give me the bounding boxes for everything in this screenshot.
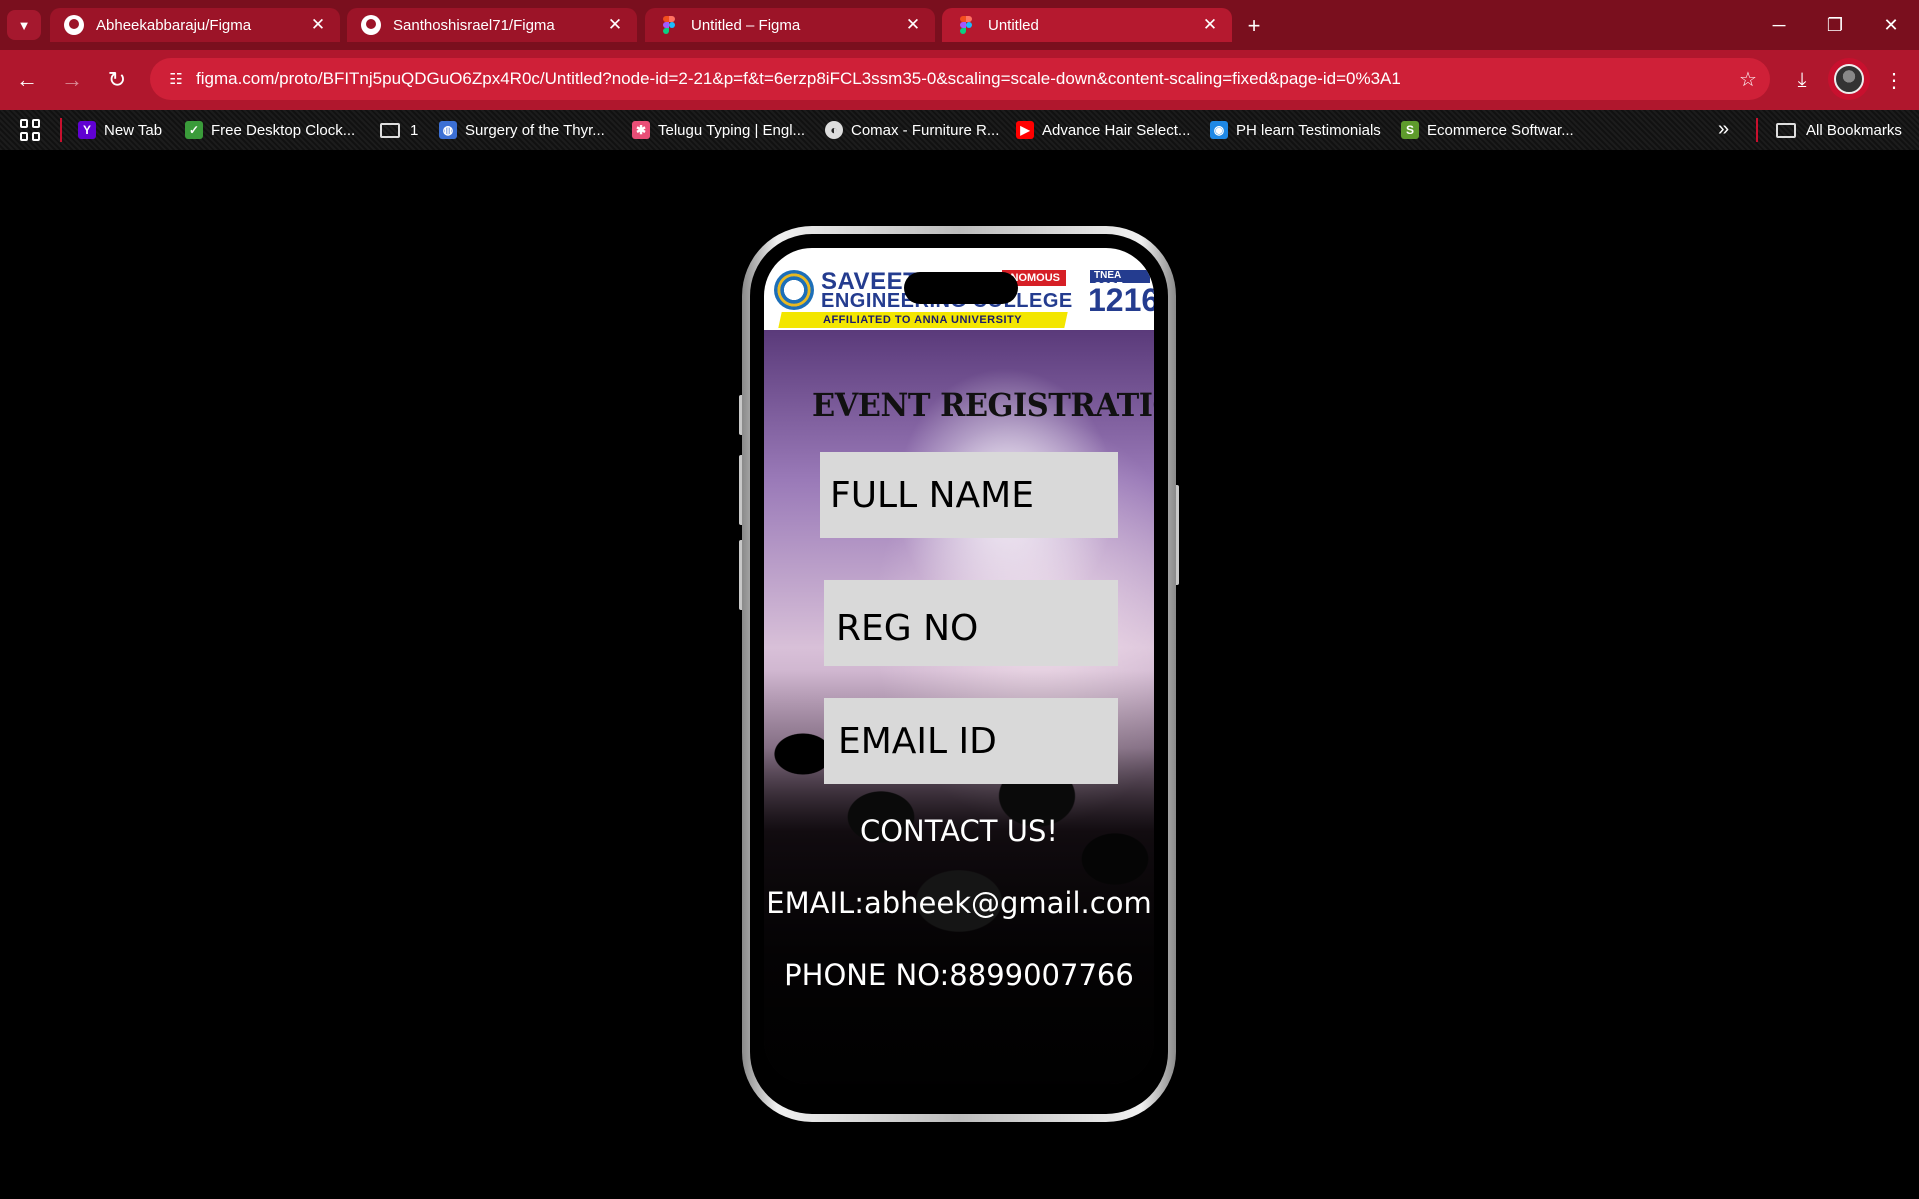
tnea-code: 1216 xyxy=(1088,282,1154,318)
bookmark-new-tab[interactable]: Y New Tab xyxy=(78,110,162,150)
shopify-icon: S xyxy=(1401,121,1419,139)
tab-title: Untitled – Figma xyxy=(691,16,801,34)
college-emblem-icon xyxy=(774,270,814,310)
download-icon[interactable]: ⤓ xyxy=(1784,62,1820,98)
restore-icon[interactable]: ❐ xyxy=(1807,0,1863,50)
bookmark-folder-1[interactable]: 1 xyxy=(380,110,418,150)
github-icon xyxy=(64,15,84,35)
reload-icon[interactable]: ↻ xyxy=(99,62,135,98)
more-bookmarks-chevron-icon[interactable]: » xyxy=(1718,118,1729,141)
contact-heading: CONTACT US! xyxy=(859,814,1058,848)
folder-icon xyxy=(1776,122,1796,138)
minimize-icon[interactable]: ─ xyxy=(1751,0,1807,50)
address-bar[interactable]: ☷ figma.com/proto/BFITnj5puQDGuO6Zpx4R0c… xyxy=(150,58,1770,100)
bookmarks-bar: Y New Tab ✓ Free Desktop Clock... 1 ◍ Su… xyxy=(0,110,1919,150)
close-icon[interactable]: ✕ xyxy=(903,15,923,35)
bookmark-advance-hair[interactable]: ▶ Advance Hair Select... xyxy=(1016,110,1190,150)
bookmark-label: Ecommerce Softwar... xyxy=(1427,121,1574,139)
dynamic-island xyxy=(904,272,1018,304)
tab-untitled-active[interactable]: Untitled ✕ xyxy=(942,8,1232,42)
camera-icon: ◉ xyxy=(1210,121,1228,139)
bookmark-label: New Tab xyxy=(104,121,163,139)
bookmark-label: Telugu Typing | Engl... xyxy=(658,121,806,139)
bookmark-free-desktop-clock[interactable]: ✓ Free Desktop Clock... xyxy=(185,110,355,150)
bookmark-comax-furniture[interactable]: ◐ Comax - Furniture R... xyxy=(825,110,999,150)
tab-title: Santhoshisrael71/Figma xyxy=(393,16,555,34)
figma-icon xyxy=(956,15,976,35)
contact-phone: PHONE NO:8899007766 xyxy=(784,958,1134,992)
bookmark-ph-learn[interactable]: ◉ PH learn Testimonials xyxy=(1210,110,1381,150)
affiliated-text: AFFILIATED TO ANNA UNIVERSITY xyxy=(823,314,1023,326)
email-id-field[interactable]: EMAIL ID xyxy=(824,698,1118,784)
url-text[interactable]: figma.com/proto/BFITnj5puQDGuO6Zpx4R0c/U… xyxy=(196,69,1726,89)
bookmark-ecommerce-software[interactable]: S Ecommerce Softwar... xyxy=(1401,110,1574,150)
new-tab-plus-icon[interactable]: + xyxy=(1240,12,1268,40)
phone-bezel: SAVEETHA ENGINEERING COLLEGE AUTONOMOUS … xyxy=(750,234,1168,1114)
bookmark-label: Surgery of the Thyr... xyxy=(465,121,605,139)
reg-no-label: REG NO xyxy=(836,607,979,649)
folder-icon xyxy=(380,122,400,138)
all-bookmarks-button[interactable]: All Bookmarks xyxy=(1776,110,1902,150)
menu-kebab-icon[interactable]: ⋮ xyxy=(1876,62,1912,98)
tab-strip: ▼ Abheekabbaraju/Figma ✕ Santhoshisrael7… xyxy=(0,0,1919,50)
prototype-screen[interactable]: SAVEETHA ENGINEERING COLLEGE AUTONOMOUS … xyxy=(764,248,1154,1084)
profile-avatar[interactable] xyxy=(1828,58,1870,100)
github-icon xyxy=(361,15,381,35)
site-settings-icon[interactable]: ☷ xyxy=(156,70,196,88)
bookmark-label: Advance Hair Select... xyxy=(1042,121,1191,139)
back-arrow-icon[interactable]: ← xyxy=(9,62,45,98)
close-window-icon[interactable]: ✕ xyxy=(1863,0,1919,50)
reg-no-field[interactable]: REG NO xyxy=(824,580,1118,666)
tab-untitled-figma[interactable]: Untitled – Figma ✕ xyxy=(645,8,935,42)
tab-santhoshisrael71-figma[interactable]: Santhoshisrael71/Figma ✕ xyxy=(347,8,637,42)
bookmark-surgery-thyroid[interactable]: ◍ Surgery of the Thyr... xyxy=(439,110,605,150)
world-icon: ◐ xyxy=(825,121,843,139)
close-icon[interactable]: ✕ xyxy=(605,15,625,35)
contact-email: EMAIL:abheek@gmail.com xyxy=(766,886,1152,920)
email-id-label: EMAIL ID xyxy=(838,720,997,762)
bookmark-label: 1 xyxy=(410,121,419,139)
close-icon[interactable]: ✕ xyxy=(308,15,328,35)
apps-grid-icon[interactable] xyxy=(20,119,42,141)
full-name-label: FULL NAME xyxy=(830,474,1034,516)
tab-search-chevron-icon[interactable]: ▼ xyxy=(7,10,41,40)
bookmark-label: Comax - Furniture R... xyxy=(851,121,1000,139)
bookmark-telugu-typing[interactable]: ✱ Telugu Typing | Engl... xyxy=(632,110,805,150)
close-icon[interactable]: ✕ xyxy=(1200,15,1220,35)
yahoo-icon: Y xyxy=(78,121,96,139)
bookmark-separator xyxy=(1756,118,1758,142)
tab-abheekabbaraju-figma[interactable]: Abheekabbaraju/Figma ✕ xyxy=(50,8,340,42)
full-name-field[interactable]: FULL NAME xyxy=(820,452,1118,538)
browser-toolbar: ← → ↻ ☷ figma.com/proto/BFITnj5puQDGuO6Z… xyxy=(0,50,1919,110)
puzzle-icon: ✱ xyxy=(632,121,650,139)
tab-title: Abheekabbaraju/Figma xyxy=(96,16,252,34)
bookmark-label: Free Desktop Clock... xyxy=(211,121,356,139)
bookmark-label: PH learn Testimonials xyxy=(1236,121,1381,139)
youtube-icon: ▶ xyxy=(1016,121,1034,139)
forward-arrow-icon[interactable]: → xyxy=(54,62,90,98)
bookmark-separator xyxy=(60,118,62,142)
tab-title: Untitled xyxy=(988,16,1039,34)
page-title: EVENT REGISTRATION xyxy=(812,386,1154,424)
figma-icon xyxy=(659,15,679,35)
phone-frame: SAVEETHA ENGINEERING COLLEGE AUTONOMOUS … xyxy=(742,226,1176,1122)
bookmark-star-icon[interactable]: ☆ xyxy=(1726,67,1770,92)
affiliated-strip: AFFILIATED TO ANNA UNIVERSITY xyxy=(778,312,1068,328)
globe-icon: ◍ xyxy=(439,121,457,139)
clock-icon: ✓ xyxy=(185,121,203,139)
all-bookmarks-label: All Bookmarks xyxy=(1806,121,1902,139)
